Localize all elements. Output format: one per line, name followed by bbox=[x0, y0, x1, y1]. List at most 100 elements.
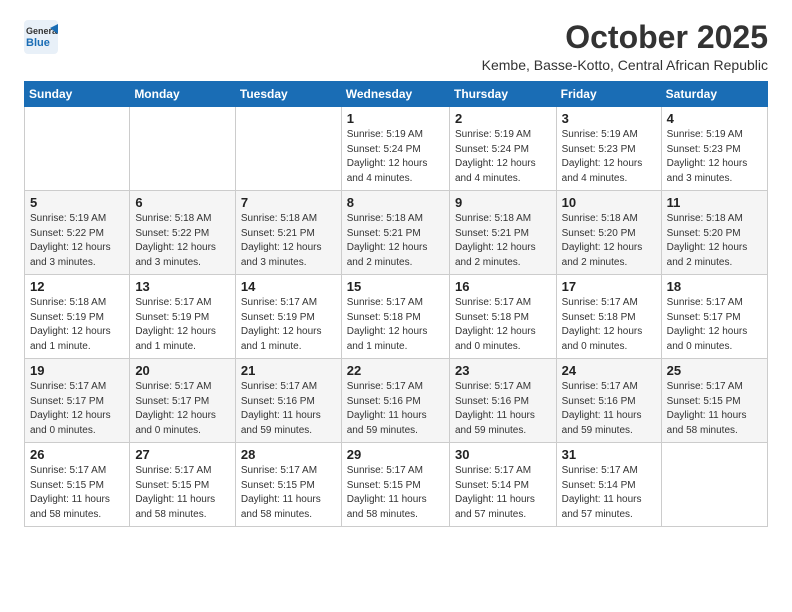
day-info: Sunrise: 5:17 AM Sunset: 5:16 PM Dayligh… bbox=[562, 380, 656, 438]
day-number: 17 bbox=[562, 279, 656, 294]
calendar-cell bbox=[25, 107, 130, 191]
week-row-3: 12 Sunrise: 5:18 AM Sunset: 5:19 PM Dayli… bbox=[25, 275, 768, 359]
day-number: 24 bbox=[562, 363, 656, 378]
day-info: Sunrise: 5:17 AM Sunset: 5:17 PM Dayligh… bbox=[30, 380, 124, 438]
day-number: 9 bbox=[455, 195, 551, 210]
calendar-cell: 16Sunrise: 5:17 AM Sunset: 5:18 PM Dayli… bbox=[449, 275, 556, 359]
weekday-header-tuesday: Tuesday bbox=[235, 82, 341, 107]
day-info: Sunrise: 5:18 AM Sunset: 5:20 PM Dayligh… bbox=[667, 212, 762, 270]
location-title: Kembe, Basse-Kotto, Central African Repu… bbox=[482, 57, 768, 73]
calendar-cell: 21Sunrise: 5:17 AM Sunset: 5:16 PM Dayli… bbox=[235, 359, 341, 443]
weekday-header-thursday: Thursday bbox=[449, 82, 556, 107]
calendar-cell: 11Sunrise: 5:18 AM Sunset: 5:20 PM Dayli… bbox=[661, 191, 767, 275]
day-number: 4 bbox=[667, 111, 762, 126]
calendar-cell: 12 Sunrise: 5:18 AM Sunset: 5:19 PM Dayli… bbox=[25, 275, 130, 359]
calendar-cell: 28Sunrise: 5:17 AM Sunset: 5:15 PM Dayli… bbox=[235, 443, 341, 527]
day-info: Sunrise: 5:17 AM Sunset: 5:15 PM Dayligh… bbox=[241, 464, 336, 522]
day-number: 6 bbox=[135, 195, 230, 210]
day-info: Sunrise: 5:19 AM Sunset: 5:24 PM Dayligh… bbox=[455, 128, 551, 186]
day-number: 7 bbox=[241, 195, 336, 210]
calendar-cell: 18 Sunrise: 5:17 AM Sunset: 5:17 PM Dayli… bbox=[661, 275, 767, 359]
day-info: Sunrise: 5:18 AM Sunset: 5:21 PM Dayligh… bbox=[241, 212, 336, 270]
day-info: Sunrise: 5:17 AM Sunset: 5:14 PM Dayligh… bbox=[562, 464, 656, 522]
calendar-cell: 31 Sunrise: 5:17 AM Sunset: 5:14 PM Dayli… bbox=[556, 443, 661, 527]
day-number: 25 bbox=[667, 363, 762, 378]
weekday-header-wednesday: Wednesday bbox=[341, 82, 449, 107]
svg-text:Blue: Blue bbox=[26, 37, 50, 49]
day-number: 29 bbox=[347, 447, 444, 462]
day-info: Sunrise: 5:17 AM Sunset: 5:16 PM Dayligh… bbox=[347, 380, 444, 438]
calendar-cell: 17 Sunrise: 5:17 AM Sunset: 5:18 PM Dayli… bbox=[556, 275, 661, 359]
day-number: 27 bbox=[135, 447, 230, 462]
logo-icon: General Blue bbox=[24, 20, 58, 54]
day-info: Sunrise: 5:17 AM Sunset: 5:18 PM Dayligh… bbox=[455, 296, 551, 354]
day-number: 19 bbox=[30, 363, 124, 378]
day-info: Sunrise: 5:19 AM Sunset: 5:22 PM Dayligh… bbox=[30, 212, 124, 270]
calendar-cell: 15 Sunrise: 5:17 AM Sunset: 5:18 PM Dayli… bbox=[341, 275, 449, 359]
day-number: 3 bbox=[562, 111, 656, 126]
calendar-cell: 8Sunrise: 5:18 AM Sunset: 5:21 PM Daylig… bbox=[341, 191, 449, 275]
calendar-cell: 20 Sunrise: 5:17 AM Sunset: 5:17 PM Dayli… bbox=[130, 359, 236, 443]
day-number: 12 bbox=[30, 279, 124, 294]
week-row-5: 26 Sunrise: 5:17 AM Sunset: 5:15 PM Dayli… bbox=[25, 443, 768, 527]
day-number: 15 bbox=[347, 279, 444, 294]
day-number: 14 bbox=[241, 279, 336, 294]
weekday-header-monday: Monday bbox=[130, 82, 236, 107]
day-info: Sunrise: 5:17 AM Sunset: 5:19 PM Dayligh… bbox=[135, 296, 230, 354]
calendar-cell: 6 Sunrise: 5:18 AM Sunset: 5:22 PM Daylig… bbox=[130, 191, 236, 275]
month-title: October 2025 bbox=[482, 20, 768, 55]
day-info: Sunrise: 5:17 AM Sunset: 5:14 PM Dayligh… bbox=[455, 464, 551, 522]
calendar-cell bbox=[235, 107, 341, 191]
week-row-4: 19 Sunrise: 5:17 AM Sunset: 5:17 PM Dayli… bbox=[25, 359, 768, 443]
calendar-cell: 26 Sunrise: 5:17 AM Sunset: 5:15 PM Dayli… bbox=[25, 443, 130, 527]
calendar-cell: 22 Sunrise: 5:17 AM Sunset: 5:16 PM Dayli… bbox=[341, 359, 449, 443]
day-info: Sunrise: 5:17 AM Sunset: 5:16 PM Dayligh… bbox=[455, 380, 551, 438]
day-info: Sunrise: 5:17 AM Sunset: 5:18 PM Dayligh… bbox=[347, 296, 444, 354]
calendar-cell: 30 Sunrise: 5:17 AM Sunset: 5:14 PM Dayli… bbox=[449, 443, 556, 527]
day-info: Sunrise: 5:19 AM Sunset: 5:23 PM Dayligh… bbox=[667, 128, 762, 186]
weekday-header-friday: Friday bbox=[556, 82, 661, 107]
day-info: Sunrise: 5:17 AM Sunset: 5:15 PM Dayligh… bbox=[347, 464, 444, 522]
calendar-cell: 5 Sunrise: 5:19 AM Sunset: 5:22 PM Daylig… bbox=[25, 191, 130, 275]
day-number: 30 bbox=[455, 447, 551, 462]
calendar-cell: 27 Sunrise: 5:17 AM Sunset: 5:15 PM Dayli… bbox=[130, 443, 236, 527]
day-info: Sunrise: 5:17 AM Sunset: 5:15 PM Dayligh… bbox=[30, 464, 124, 522]
week-row-1: 1 Sunrise: 5:19 AM Sunset: 5:24 PM Daylig… bbox=[25, 107, 768, 191]
calendar-cell: 29 Sunrise: 5:17 AM Sunset: 5:15 PM Dayli… bbox=[341, 443, 449, 527]
day-number: 26 bbox=[30, 447, 124, 462]
title-area: October 2025 Kembe, Basse-Kotto, Central… bbox=[482, 20, 768, 73]
calendar-cell: 4 Sunrise: 5:19 AM Sunset: 5:23 PM Daylig… bbox=[661, 107, 767, 191]
day-info: Sunrise: 5:18 AM Sunset: 5:19 PM Dayligh… bbox=[30, 296, 124, 354]
calendar-cell bbox=[661, 443, 767, 527]
calendar-cell: 1Sunrise: 5:19 AM Sunset: 5:24 PM Daylig… bbox=[341, 107, 449, 191]
day-info: Sunrise: 5:17 AM Sunset: 5:18 PM Dayligh… bbox=[562, 296, 656, 354]
day-info: Sunrise: 5:17 AM Sunset: 5:17 PM Dayligh… bbox=[667, 296, 762, 354]
day-info: Sunrise: 5:17 AM Sunset: 5:15 PM Dayligh… bbox=[135, 464, 230, 522]
day-number: 23 bbox=[455, 363, 551, 378]
calendar-cell: 10 Sunrise: 5:18 AM Sunset: 5:20 PM Dayli… bbox=[556, 191, 661, 275]
weekday-header-row: SundayMondayTuesdayWednesdayThursdayFrid… bbox=[25, 82, 768, 107]
day-number: 18 bbox=[667, 279, 762, 294]
day-info: Sunrise: 5:17 AM Sunset: 5:15 PM Dayligh… bbox=[667, 380, 762, 438]
day-info: Sunrise: 5:18 AM Sunset: 5:21 PM Dayligh… bbox=[347, 212, 444, 270]
calendar-cell: 24 Sunrise: 5:17 AM Sunset: 5:16 PM Dayli… bbox=[556, 359, 661, 443]
calendar-cell: 25 Sunrise: 5:17 AM Sunset: 5:15 PM Dayli… bbox=[661, 359, 767, 443]
day-info: Sunrise: 5:17 AM Sunset: 5:17 PM Dayligh… bbox=[135, 380, 230, 438]
day-info: Sunrise: 5:18 AM Sunset: 5:21 PM Dayligh… bbox=[455, 212, 551, 270]
calendar-cell: 19 Sunrise: 5:17 AM Sunset: 5:17 PM Dayli… bbox=[25, 359, 130, 443]
day-number: 1 bbox=[347, 111, 444, 126]
day-info: Sunrise: 5:18 AM Sunset: 5:22 PM Dayligh… bbox=[135, 212, 230, 270]
day-number: 5 bbox=[30, 195, 124, 210]
day-number: 31 bbox=[562, 447, 656, 462]
day-number: 20 bbox=[135, 363, 230, 378]
day-info: Sunrise: 5:18 AM Sunset: 5:20 PM Dayligh… bbox=[562, 212, 656, 270]
calendar-cell: 9 Sunrise: 5:18 AM Sunset: 5:21 PM Daylig… bbox=[449, 191, 556, 275]
logo: General Blue bbox=[24, 20, 58, 54]
day-number: 10 bbox=[562, 195, 656, 210]
calendar-cell: 2 Sunrise: 5:19 AM Sunset: 5:24 PM Daylig… bbox=[449, 107, 556, 191]
day-info: Sunrise: 5:17 AM Sunset: 5:19 PM Dayligh… bbox=[241, 296, 336, 354]
day-number: 2 bbox=[455, 111, 551, 126]
day-number: 22 bbox=[347, 363, 444, 378]
week-row-2: 5 Sunrise: 5:19 AM Sunset: 5:22 PM Daylig… bbox=[25, 191, 768, 275]
day-info: Sunrise: 5:19 AM Sunset: 5:23 PM Dayligh… bbox=[562, 128, 656, 186]
